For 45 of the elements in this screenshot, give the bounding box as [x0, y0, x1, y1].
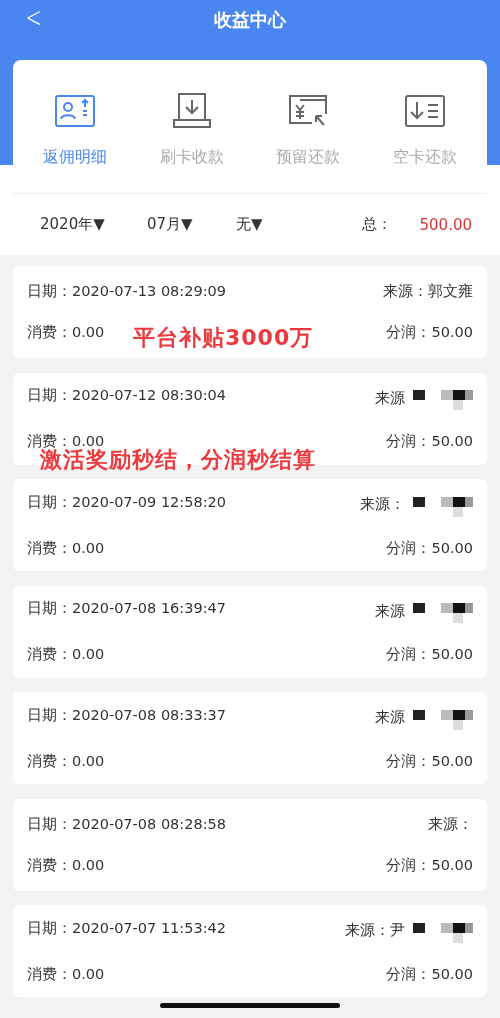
date-text: 日期：2020-07-08 08:33:37: [27, 705, 226, 725]
share-text: 分润：50.00: [386, 432, 473, 451]
source-text: 来源: [375, 601, 405, 621]
download-tray-icon: [172, 93, 211, 129]
source-text: 来源：: [360, 495, 405, 514]
source-text: 来源：: [428, 814, 473, 834]
filter-dropdown[interactable]: 无▼: [236, 215, 316, 234]
category-tab[interactable]: 刷卡收款: [136, 60, 247, 193]
source-text: 来源：郭文雍: [383, 282, 473, 301]
category-tab[interactable]: 空卡还款: [369, 60, 480, 193]
page-title: 收益中心: [214, 8, 286, 32]
promo-text: 激活奖励秒结，分润秒结算: [40, 447, 316, 474]
share-text: 分润：50.00: [386, 855, 473, 875]
total-amount: 500.00: [419, 215, 472, 234]
download-list-icon: [404, 95, 445, 127]
spend-text: 消费：0.00: [27, 645, 105, 664]
date-text: 日期：2020-07-12 08:30:04: [27, 386, 226, 405]
spend-text: 消费：0.00: [27, 751, 105, 771]
category-tab[interactable]: 预留还款: [253, 60, 364, 193]
date-text: 日期：2020-07-08 16:39:47: [27, 599, 226, 618]
spend-text: 消费：0.00: [27, 538, 105, 558]
date-text: 日期：2020-07-08 08:28:58: [27, 814, 226, 834]
promo-text: 平台补贴3000万: [133, 324, 314, 352]
share-text: 分润：50.00: [386, 538, 473, 558]
date-text: 日期：2020-07-09 12:58:20: [27, 492, 226, 512]
category-tab[interactable]: 返佣明细: [20, 60, 131, 193]
source-text: 来源：尹: [345, 921, 405, 940]
date-text: 日期：2020-07-07 11:53:42: [27, 918, 226, 938]
spend-text: 消费：0.00: [27, 432, 105, 449]
spend-text: 消费：0.00: [27, 323, 105, 342]
back-button[interactable]: <: [25, 0, 42, 36]
id-card-icon: [55, 95, 96, 127]
share-text: 分润：50.00: [386, 645, 473, 664]
date-text: 日期：2020-07-13 08:29:09: [27, 282, 226, 301]
filter-dropdown[interactable]: 07月▼: [147, 215, 236, 234]
yen-bill-icon: [288, 94, 329, 128]
share-text: 分润：50.00: [386, 964, 473, 984]
total-label: 总：: [362, 215, 392, 234]
source-text: 来源: [375, 708, 405, 727]
filter-dropdown[interactable]: 2020年▼: [40, 215, 147, 234]
spend-text: 消费：0.00: [27, 855, 105, 875]
spend-text: 消费：0.00: [27, 964, 105, 984]
share-text: 分润：50.00: [386, 323, 473, 342]
source-text: 来源: [375, 388, 405, 408]
share-text: 分润：50.00: [386, 751, 473, 771]
